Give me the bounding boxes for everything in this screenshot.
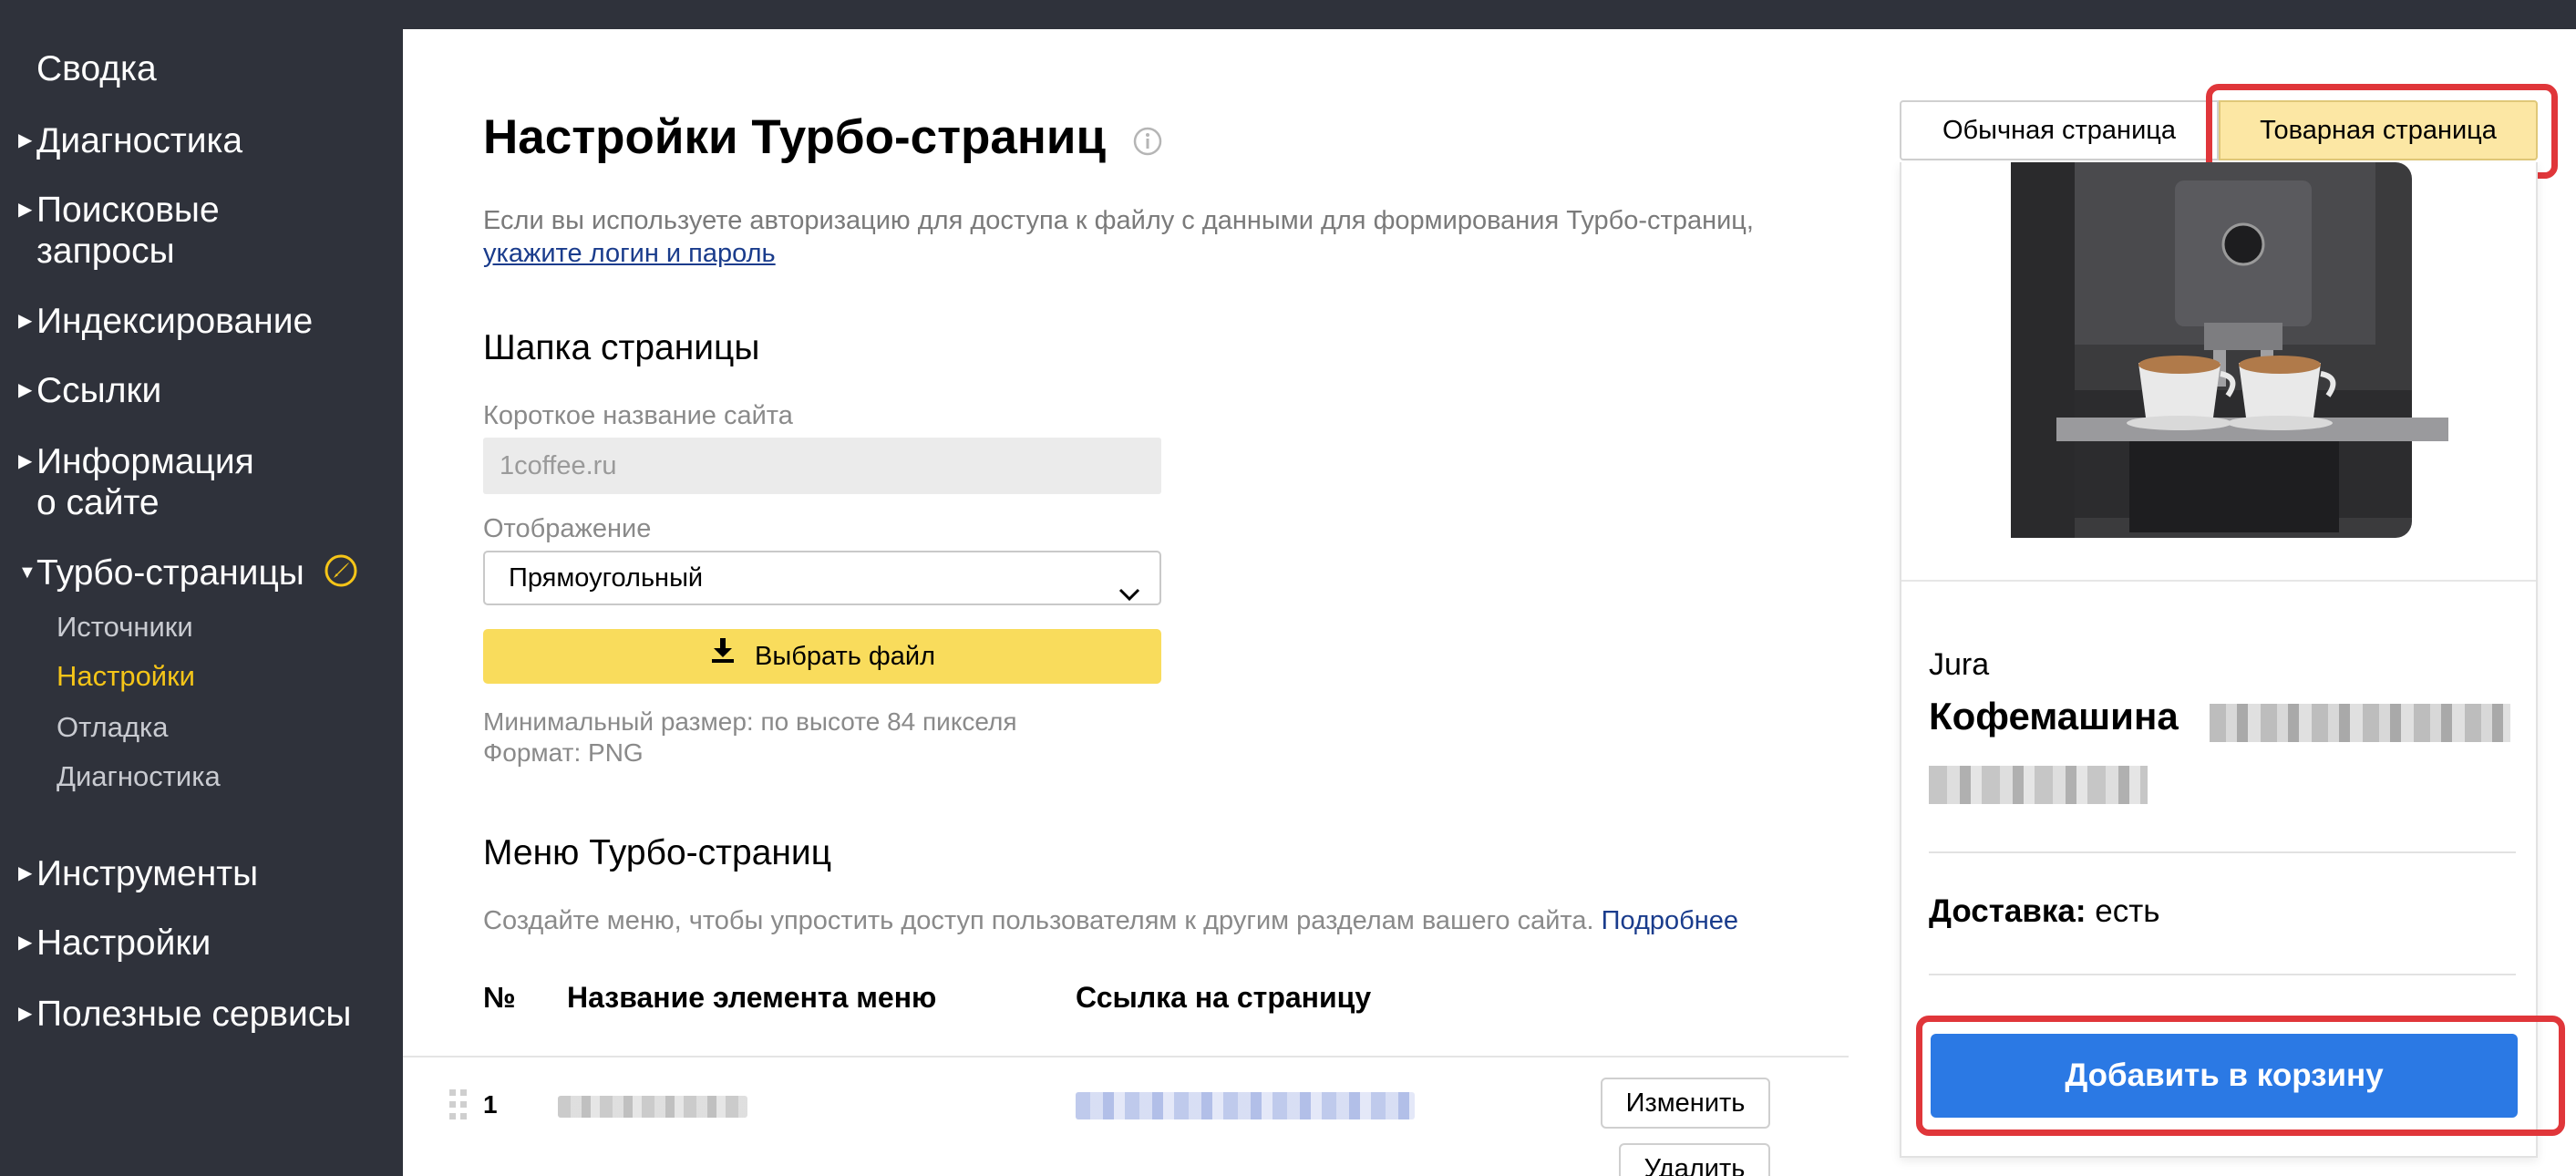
sidebar-item-turbo-pages[interactable]: ▼ Турбо-страницы <box>18 552 358 597</box>
logo-size-hint: Минимальный размер: по высоте 84 пикселя <box>483 707 1017 736</box>
sidebar-subitem-settings[interactable]: Настройки <box>57 660 195 693</box>
header-section-title: Шапка страницы <box>483 328 760 367</box>
cart-highlight-frame <box>1916 1016 2565 1136</box>
download-icon <box>709 628 737 683</box>
drag-handle-icon[interactable] <box>448 1088 469 1121</box>
menu-description: Создайте меню, чтобы упростить доступ по… <box>483 906 1739 935</box>
delivery-info: Доставка: есть <box>1929 893 2160 929</box>
product-brand: Jura <box>1929 647 1990 682</box>
page-title: Настройки Турбо-страниц <box>483 109 1163 169</box>
display-label: Отображение <box>483 514 652 543</box>
turbo-preview: Jura Кофемашина Доставка: есть Добавить … <box>1900 162 2538 1158</box>
column-header-number: № <box>483 981 516 1014</box>
sidebar-subitem-sources[interactable]: Источники <box>57 611 193 644</box>
caret-right-icon: ▶ <box>18 1004 33 1024</box>
choose-file-button[interactable]: Выбрать файл <box>483 629 1161 684</box>
sidebar-item-useful-services[interactable]: ▶ Полезные сервисы <box>18 994 351 1035</box>
caret-right-icon: ▶ <box>18 380 33 400</box>
sidebar-item-indexing[interactable]: ▶ Индексирование <box>18 301 313 342</box>
info-icon[interactable] <box>1132 113 1163 169</box>
menu-section-title: Меню Турбо-страниц <box>483 833 832 872</box>
sidebar-subitem-debug[interactable]: Отладка <box>57 711 169 744</box>
caret-right-icon: ▶ <box>18 200 33 220</box>
display-select[interactable]: Прямоугольный <box>483 551 1161 605</box>
blurred-product-model-line2 <box>1929 766 2148 804</box>
short-name-label: Короткое название сайта <box>483 401 793 430</box>
short-name-field: 1coffee.ru <box>483 438 1161 494</box>
more-link[interactable]: Подробнее <box>1602 906 1738 935</box>
caret-right-icon: ▶ <box>18 311 33 331</box>
auth-credentials-link[interactable]: укажите логин и пароль <box>483 239 776 268</box>
sidebar-item-diagnostics[interactable]: ▶ Диагностика <box>18 120 242 161</box>
blurred-product-model <box>2210 704 2510 742</box>
blurred-menu-name <box>558 1096 747 1118</box>
main-content: Настройки Турбо-страниц Если вы использу… <box>403 29 2576 1176</box>
product-image <box>1901 162 2536 582</box>
sidebar: Сводка ▶ Диагностика ▶ Поисковые запросы… <box>0 29 403 1176</box>
column-header-menu-name: Название элемента меню <box>567 981 937 1014</box>
logo-format-hint: Формат: PNG <box>483 738 644 767</box>
sidebar-item-site-info[interactable]: ▶ Информация о сайте <box>18 441 254 523</box>
sidebar-item-search-queries[interactable]: ▶ Поисковые запросы <box>18 190 220 272</box>
sidebar-subitem-diagnostics[interactable]: Диагностика <box>57 760 221 793</box>
blurred-menu-link[interactable] <box>1076 1092 1415 1119</box>
rocket-icon <box>324 553 358 597</box>
sidebar-item-label: Информация о сайте <box>36 442 254 522</box>
top-bar <box>0 0 2576 29</box>
sidebar-item-tools[interactable]: ▶ Инструменты <box>18 853 258 894</box>
caret-right-icon: ▶ <box>18 863 33 883</box>
chevron-down-icon <box>1118 569 1141 620</box>
tab-regular-page[interactable]: Обычная страница <box>1900 100 2219 160</box>
caret-right-icon: ▶ <box>18 933 33 953</box>
auth-note: Если вы используете авторизацию для дост… <box>483 206 1754 268</box>
caret-down-icon: ▼ <box>18 562 36 583</box>
table-row-number: 1 <box>483 1090 498 1119</box>
sidebar-item-settings[interactable]: ▶ Настройки <box>18 923 211 964</box>
sidebar-item-summary[interactable]: Сводка <box>36 49 157 89</box>
column-header-link: Ссылка на страницу <box>1076 981 1372 1014</box>
edit-button[interactable]: Изменить <box>1601 1078 1770 1129</box>
caret-right-icon: ▶ <box>18 130 33 150</box>
product-title: Кофемашина <box>1929 695 2179 738</box>
divider <box>1929 974 2516 975</box>
sidebar-item-label: Поисковые запросы <box>36 191 220 271</box>
caret-right-icon: ▶ <box>18 451 33 471</box>
divider <box>1929 851 2516 853</box>
delete-button[interactable]: Удалить <box>1619 1143 1770 1176</box>
table-divider <box>403 1056 1849 1057</box>
sidebar-item-links[interactable]: ▶ Ссылки <box>18 370 161 411</box>
